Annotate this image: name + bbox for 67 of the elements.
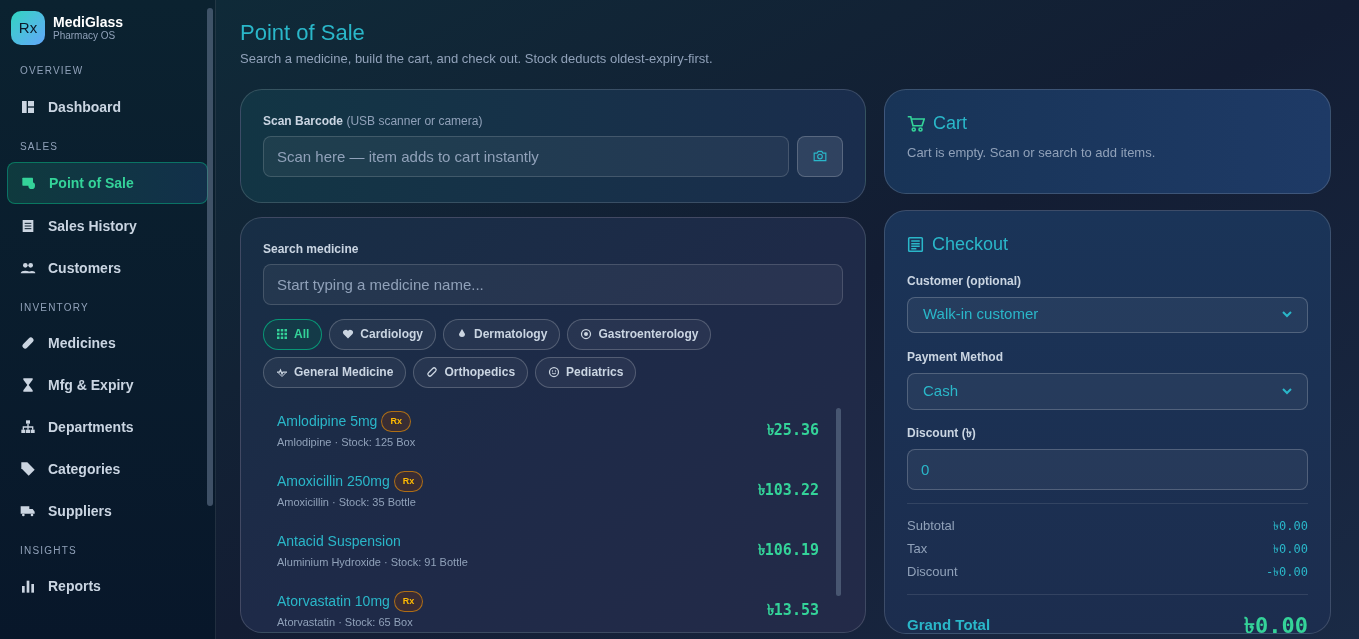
nav-item[interactable]: Reports xyxy=(7,566,208,606)
medicine-detail: Amoxicillin · Stock: 35 Bottle xyxy=(277,495,417,510)
scrollbar[interactable] xyxy=(836,407,841,596)
summary-value: ৳0.00 xyxy=(1273,517,1308,535)
cart-title: Cart xyxy=(933,111,967,135)
checkout-title: Checkout xyxy=(932,232,1009,256)
summary-value: ৳0.00 xyxy=(1273,540,1308,558)
summary-label: Tax xyxy=(907,539,928,558)
medicine-price: ৳25.36 xyxy=(766,420,819,442)
category-chip[interactable]: General Medicine xyxy=(263,356,407,388)
section-heading: OVERVIEW xyxy=(19,65,85,77)
nav-item[interactable]: Departments xyxy=(7,407,208,447)
medicine-name[interactable]: Amoxicillin 250mg xyxy=(277,470,390,492)
category-chip[interactable]: Orthopedics xyxy=(413,356,529,388)
category-chip[interactable]: Cardiology xyxy=(329,318,436,350)
page-subtitle: Search a medicine, build the cart, and check out. Stock deducts oldest-expiry-first. xyxy=(240,50,714,68)
payment-select[interactable]: Cash xyxy=(907,372,1308,410)
summary-value: -৳0.00 xyxy=(1265,563,1308,581)
nav-item[interactable]: Sales History xyxy=(7,206,208,246)
category-chip[interactable]: Gastroenterology xyxy=(567,318,712,350)
brand-logo: Rx xyxy=(11,11,45,45)
chevron-down-icon xyxy=(1282,387,1292,395)
medicine-price: ৳103.22 xyxy=(757,480,819,502)
brand-name: MediGlass xyxy=(53,14,124,30)
section-heading: INSIGHTS xyxy=(19,545,78,557)
summary-label: Subtotal xyxy=(907,516,955,535)
nav-item[interactable]: Customers xyxy=(7,248,208,288)
grand-total-value: ৳0.00 xyxy=(1244,611,1308,633)
category-chip[interactable]: Pediatrics xyxy=(535,356,637,388)
nav-item[interactable]: Categories xyxy=(7,449,208,489)
camera-button[interactable] xyxy=(797,135,843,177)
scrollbar[interactable] xyxy=(207,8,213,506)
grand-total-label: Grand Total xyxy=(907,614,991,633)
section-heading: INVENTORY xyxy=(19,302,90,314)
nav-item[interactable]: Medicines xyxy=(7,323,208,363)
medicine-name[interactable]: Atorvastatin 10mg xyxy=(277,590,390,612)
rx-badge: Rx xyxy=(381,410,411,432)
customer-select[interactable]: Walk-in customer xyxy=(907,296,1308,333)
barcode-label: Scan Barcode (USB scanner or camera) xyxy=(263,112,484,130)
payment-label: Payment Method xyxy=(907,348,1004,366)
medicine-price: ৳13.53 xyxy=(766,600,819,622)
section-heading: SALES xyxy=(19,141,60,153)
category-chip[interactable]: Dermatology xyxy=(443,318,561,350)
summary-label: Discount xyxy=(907,562,958,581)
rx-badge: Rx xyxy=(393,590,424,612)
page-title: Point of Sale xyxy=(240,20,366,46)
search-label: Search medicine xyxy=(263,240,360,258)
discount-label: Discount (৳) xyxy=(907,424,977,442)
medicine-detail: Aluminium Hydroxide · Stock: 91 Bottle xyxy=(277,554,468,570)
receipt-icon xyxy=(907,235,924,253)
medicine-name[interactable]: Antacid Suspension xyxy=(277,530,401,552)
chevron-down-icon xyxy=(1282,311,1292,318)
medicine-name[interactable]: Amlodipine 5mg xyxy=(277,410,378,432)
camera-icon xyxy=(813,150,827,162)
category-chip[interactable]: All xyxy=(263,318,323,350)
medicine-price: ৳106.19 xyxy=(757,540,819,562)
rx-badge: Rx xyxy=(393,470,424,492)
nav-item[interactable]: Dashboard xyxy=(7,87,208,127)
medicine-detail: Atorvastatin · Stock: 65 Box xyxy=(277,615,414,630)
cart-icon xyxy=(907,114,925,132)
nav-item[interactable]: Suppliers xyxy=(7,491,208,531)
nav-item[interactable]: Mfg & Expiry xyxy=(7,365,208,405)
brand-subtitle: Pharmacy OS xyxy=(53,30,117,42)
medicine-detail: Amlodipine · Stock: 125 Box xyxy=(277,435,416,450)
customer-label: Customer (optional) xyxy=(907,272,1022,290)
nav-item[interactable]: Point of Sale xyxy=(7,162,208,204)
empty-cart-message: Cart is empty. Scan or search to add items. xyxy=(907,143,1157,162)
